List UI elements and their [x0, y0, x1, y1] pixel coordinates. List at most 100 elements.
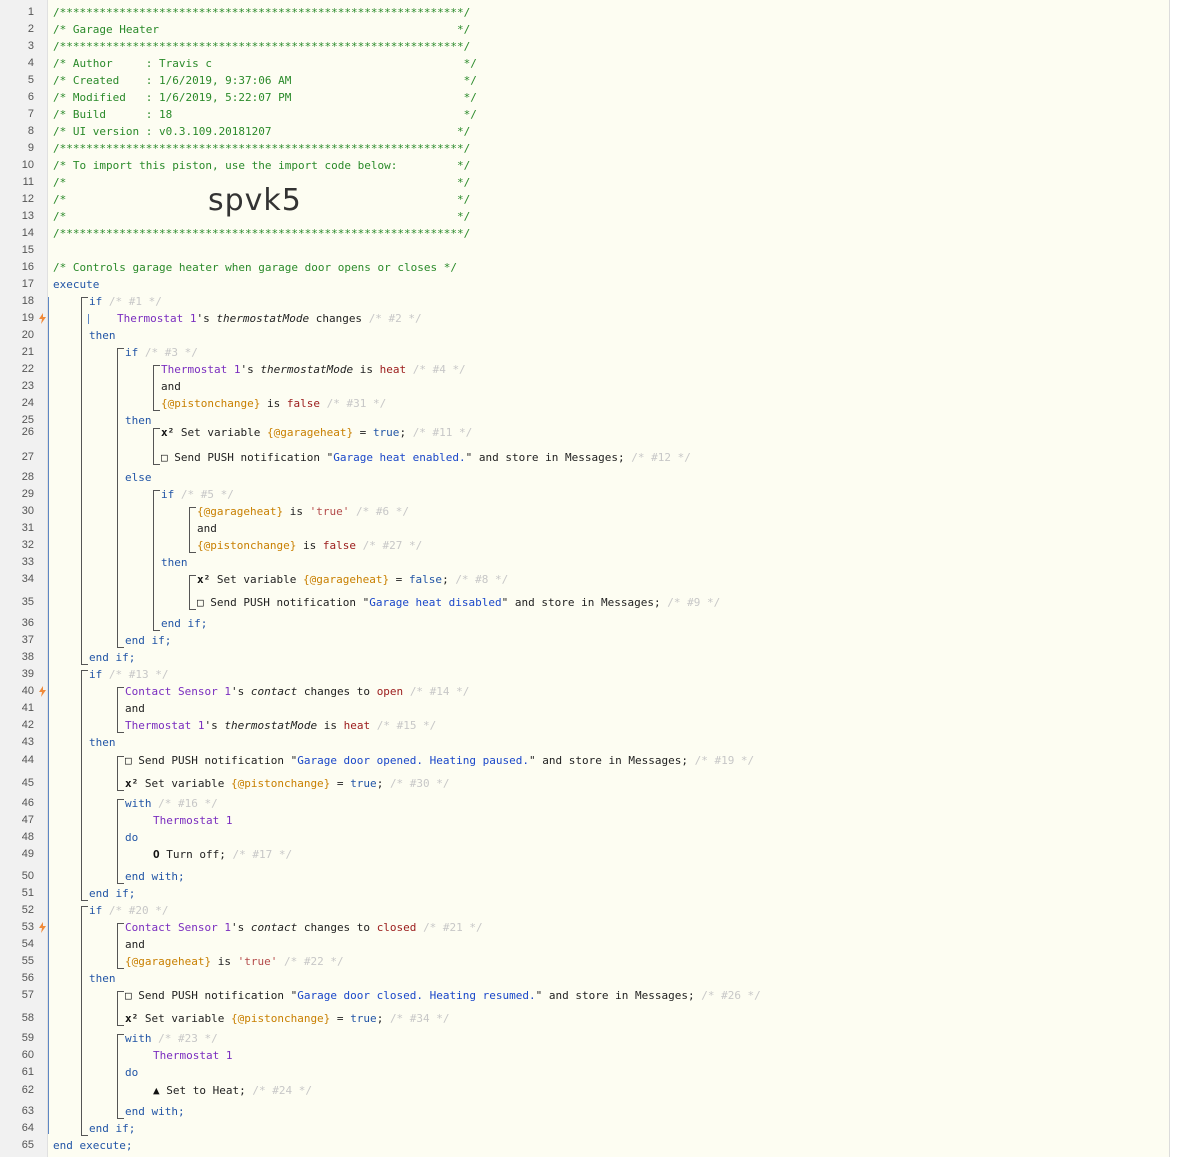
then-keyword[interactable]: then [89, 327, 116, 344]
token: is [260, 397, 287, 410]
header-author[interactable]: /* Author : Travis c */ [53, 55, 477, 72]
comment: /* Created : 1/6/2019, 9:37:06 AM */ [53, 74, 477, 87]
token: Send PUSH notification " [131, 989, 298, 1002]
then-keyword[interactable]: then [89, 734, 116, 751]
if-5[interactable]: if /* #5 */ [161, 486, 234, 503]
set-variable-8[interactable]: x² Set variable {@garageheat} = false; /… [197, 571, 508, 588]
token: is [317, 719, 344, 732]
attribute: thermostatMode [216, 312, 310, 325]
set-variable-34[interactable]: x² Set variable {@pistonchange} = true; … [125, 1010, 450, 1027]
push-notification-19[interactable]: □ Send PUSH notification "Garage door op… [125, 752, 754, 769]
push-notification-12[interactable]: □ Send PUSH notification "Garage heat en… [161, 449, 691, 466]
do-keyword[interactable]: do [125, 829, 138, 846]
condition-21[interactable]: Contact Sensor 1's contact changes to cl… [125, 919, 483, 936]
comment: /***************************************… [53, 40, 471, 53]
variable: {@garageheat} [125, 955, 212, 968]
statement-id: /* #31 */ [326, 397, 387, 410]
end-if[interactable]: end if; [125, 632, 171, 649]
condition-14[interactable]: Contact Sensor 1's contact changes to op… [125, 683, 469, 700]
end-if[interactable]: end if; [89, 649, 135, 666]
header-ui-version[interactable]: /* UI version : v0.3.109.20181207 */ [53, 123, 470, 140]
comment: /* UI version : v0.3.109.20181207 */ [53, 125, 471, 138]
end-if[interactable]: end if; [89, 1120, 135, 1137]
command-17[interactable]: O Turn off; /* #17 */ [153, 846, 292, 863]
line-number: 40 [21, 685, 34, 697]
end-with[interactable]: end with; [125, 1103, 185, 1120]
line-number: 9 [27, 142, 34, 154]
execute-keyword[interactable]: execute [53, 276, 99, 293]
header-border[interactable]: /***************************************… [53, 38, 470, 55]
then-keyword[interactable]: then [89, 970, 116, 987]
set-variable-30[interactable]: x² Set variable {@pistonchange} = true; … [125, 775, 450, 792]
header-title[interactable]: /* Garage Heater */ [53, 21, 470, 38]
if-13[interactable]: if /* #13 */ [89, 666, 168, 683]
else-keyword[interactable]: else [125, 469, 152, 486]
line-number: 60 [21, 1049, 34, 1061]
end-with[interactable]: end with; [125, 868, 185, 885]
import-code[interactable]: spvk5 [208, 184, 302, 218]
line-number: 5 [27, 74, 34, 86]
with-16[interactable]: with /* #16 */ [125, 795, 218, 812]
line-number: 33 [21, 556, 34, 568]
with-23[interactable]: with /* #23 */ [125, 1030, 218, 1047]
header-modified[interactable]: /* Modified : 1/6/2019, 5:22:07 PM */ [53, 89, 477, 106]
value: 'true' [237, 955, 278, 968]
condition-2[interactable]: Thermostat 1's thermostatMode changes /*… [117, 310, 422, 327]
and-operator[interactable]: and [197, 520, 217, 537]
comment: /* Controls garage heater when garage do… [53, 261, 457, 274]
header-border[interactable]: /***************************************… [53, 225, 470, 242]
and-operator[interactable]: and [125, 700, 145, 717]
end-if[interactable]: end if; [161, 615, 207, 632]
push-notification-26[interactable]: □ Send PUSH notification "Garage door cl… [125, 987, 761, 1004]
token: Set variable [210, 573, 303, 586]
and-operator[interactable]: and [125, 936, 145, 953]
line-number: 10 [21, 159, 34, 171]
piston-description[interactable]: /* Controls garage heater when garage do… [53, 259, 457, 276]
comment: /***************************************… [53, 227, 471, 240]
keyword: then [89, 736, 116, 749]
string: Garage door opened. Heating paused. [297, 754, 529, 767]
variable: {@pistonchange} [161, 397, 261, 410]
header-created[interactable]: /* Created : 1/6/2019, 9:37:06 AM */ [53, 72, 477, 89]
end-if[interactable]: end if; [89, 885, 135, 902]
token: 's [230, 921, 251, 934]
token: Set variable [174, 426, 267, 439]
statement-id: /* #27 */ [362, 539, 423, 552]
with-device[interactable]: Thermostat 1 [153, 812, 232, 829]
token: is [296, 539, 323, 552]
do-keyword[interactable]: do [125, 1064, 138, 1081]
value: closed [376, 921, 417, 934]
value: true [350, 1012, 377, 1025]
then-keyword[interactable]: then [161, 554, 188, 571]
if-20[interactable]: if /* #20 */ [89, 902, 168, 919]
push-notification-9[interactable]: □ Send PUSH notification "Garage heat di… [197, 594, 720, 611]
condition-27[interactable]: {@pistonchange} is false /* #27 */ [197, 537, 422, 554]
header-border[interactable]: /***************************************… [53, 4, 470, 21]
command-24[interactable]: ▲ Set to Heat; /* #24 */ [153, 1082, 312, 1099]
condition-31[interactable]: {@pistonchange} is false /* #31 */ [161, 395, 386, 412]
token: ; [442, 573, 456, 586]
comment: /* Author : Travis c */ [53, 57, 477, 70]
set-variable-11[interactable]: x² Set variable {@garageheat} = true; /*… [161, 424, 472, 441]
header-border[interactable]: /***************************************… [53, 140, 470, 157]
header-import-note[interactable]: /* To import this piston, use the import… [53, 157, 470, 174]
line-number: 65 [21, 1139, 34, 1151]
attribute: thermostatMode [260, 363, 354, 376]
condition-22[interactable]: {@garageheat} is 'true' /* #22 */ [125, 953, 344, 970]
if-1[interactable]: if /* #1 */ [89, 293, 162, 310]
condition-6[interactable]: {@garageheat} is 'true' /* #6 */ [197, 503, 409, 520]
condition-4[interactable]: Thermostat 1's thermostatMode is heat /*… [161, 361, 466, 378]
condition-15[interactable]: Thermostat 1's thermostatMode is heat /*… [125, 717, 436, 734]
keyword: with [125, 1032, 152, 1045]
block-bracket [117, 1034, 124, 1119]
value: true [350, 777, 377, 790]
and-operator[interactable]: and [161, 378, 181, 395]
end-execute[interactable]: end execute; [53, 1137, 132, 1154]
header-build[interactable]: /* Build : 18 */ [53, 106, 477, 123]
with-device[interactable]: Thermostat 1 [153, 1047, 232, 1064]
then-keyword[interactable]: then [125, 412, 152, 429]
line-number: 53 [21, 921, 34, 933]
statement-id: /* #6 */ [355, 505, 409, 518]
if-3[interactable]: if /* #3 */ [125, 344, 198, 361]
